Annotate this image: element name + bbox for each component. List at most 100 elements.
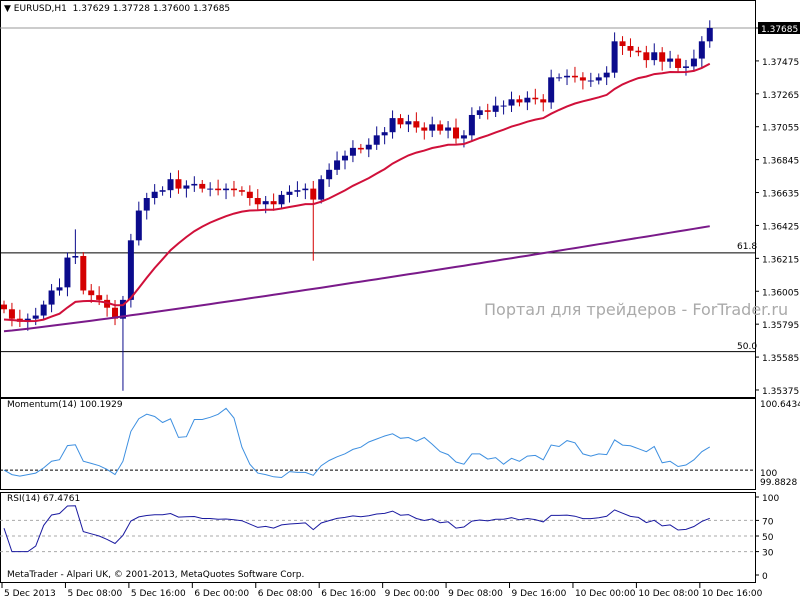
rsi-axis-label: 30 — [762, 549, 774, 559]
candle — [516, 95, 523, 107]
candle-body — [373, 135, 380, 145]
price-tick-label: 1.37475 — [762, 58, 799, 68]
candle-body — [611, 41, 618, 73]
candle — [682, 59, 689, 76]
close-price: 1.37685 — [192, 4, 231, 14]
candle-body — [223, 188, 230, 191]
candle-body — [635, 50, 642, 53]
candle-body — [135, 210, 142, 241]
candle — [397, 114, 404, 129]
candle — [40, 300, 47, 320]
candle-body — [32, 315, 39, 319]
candle — [508, 91, 515, 112]
candle-body — [571, 75, 578, 78]
candle — [476, 106, 483, 119]
candle-body — [698, 41, 705, 59]
candle-body — [564, 75, 571, 78]
price-tick-label: 1.35585 — [762, 354, 799, 364]
candle-body — [1, 304, 7, 310]
time-axis-label: 9 Dec 00:00 — [385, 589, 440, 599]
price-tick-label: 1.37265 — [762, 91, 799, 101]
rsi-line — [3, 505, 710, 553]
candle — [706, 20, 713, 48]
candle-body — [127, 240, 134, 300]
candle-body — [524, 97, 531, 103]
candle — [365, 138, 372, 158]
candle-body — [492, 105, 499, 112]
candle-body — [421, 127, 428, 131]
candle-body — [460, 135, 467, 139]
candle-body — [262, 201, 269, 205]
rsi-axis-label: 0 — [762, 572, 768, 582]
candle — [223, 183, 230, 200]
candle-body — [595, 77, 602, 81]
candle — [500, 100, 507, 115]
candle — [1, 300, 7, 314]
candle-body — [151, 191, 158, 199]
candle-body — [357, 147, 364, 150]
time-axis-label: 10 Dec 16:00 — [702, 589, 763, 599]
rsi-axis-label: 70 — [762, 517, 774, 527]
momentum-line — [3, 407, 711, 479]
candle — [524, 91, 531, 111]
symbol-label: EURUSD,H1 — [13, 4, 67, 14]
price-tick-label: 1.37055 — [762, 124, 799, 134]
candle-body — [682, 66, 689, 68]
candle-body — [651, 52, 658, 61]
candle-body — [643, 52, 650, 61]
candle — [254, 189, 261, 210]
candle — [484, 103, 491, 120]
candle-body — [207, 188, 214, 190]
rsi-axis-label: 50 — [762, 533, 774, 543]
candle — [159, 186, 166, 196]
candle-body — [159, 190, 166, 192]
candle — [215, 179, 222, 196]
candle-body — [215, 188, 222, 191]
candle — [302, 183, 309, 200]
candle — [183, 180, 190, 198]
candle-body — [96, 295, 103, 300]
main-panel-frame — [0, 0, 756, 398]
candle — [421, 122, 428, 140]
candle — [64, 252, 71, 297]
candle — [611, 32, 618, 78]
candle-body — [48, 290, 55, 305]
candle — [587, 72, 594, 87]
candle — [167, 172, 174, 198]
candle-body — [230, 188, 237, 191]
candle — [571, 66, 578, 83]
candle-body — [341, 155, 348, 161]
time-axis-label: 5 Dec 16:00 — [131, 589, 186, 599]
candle — [389, 110, 396, 139]
candle — [349, 140, 356, 163]
candle — [579, 72, 586, 90]
candle — [381, 127, 388, 145]
candle — [635, 46, 642, 57]
candle-body — [627, 46, 634, 51]
candle-body — [80, 255, 87, 291]
candle-body — [88, 290, 95, 296]
candle — [175, 170, 182, 194]
candle-body — [64, 257, 71, 288]
candle-body — [167, 179, 174, 191]
candle-body — [318, 179, 325, 200]
candle — [413, 112, 420, 133]
candle-body — [690, 58, 697, 67]
collapse-triangle-icon[interactable]: ▼ — [4, 4, 11, 14]
candle — [326, 163, 333, 187]
candle-body — [429, 124, 436, 131]
time-axis-label: 10 Dec 08:00 — [638, 589, 699, 599]
fib-50-label: 50.0 — [737, 342, 758, 352]
candle-body — [246, 191, 253, 199]
copyright-text: MetaTrader - Alpari UK, © 2001-2013, Met… — [7, 570, 305, 580]
price-tick-label: 1.36425 — [762, 222, 799, 232]
candle-body — [72, 255, 79, 258]
time-axis-label: 6 Dec 08:00 — [258, 589, 313, 599]
price-tick-label: 1.36845 — [762, 157, 799, 167]
time-axis-label: 6 Dec 00:00 — [194, 589, 249, 599]
candle-body — [40, 304, 47, 316]
price-tick-label: 1.36005 — [762, 288, 799, 298]
time-axis-label: 9 Dec 16:00 — [512, 589, 567, 599]
candle-body — [199, 183, 206, 189]
candle — [698, 36, 705, 68]
